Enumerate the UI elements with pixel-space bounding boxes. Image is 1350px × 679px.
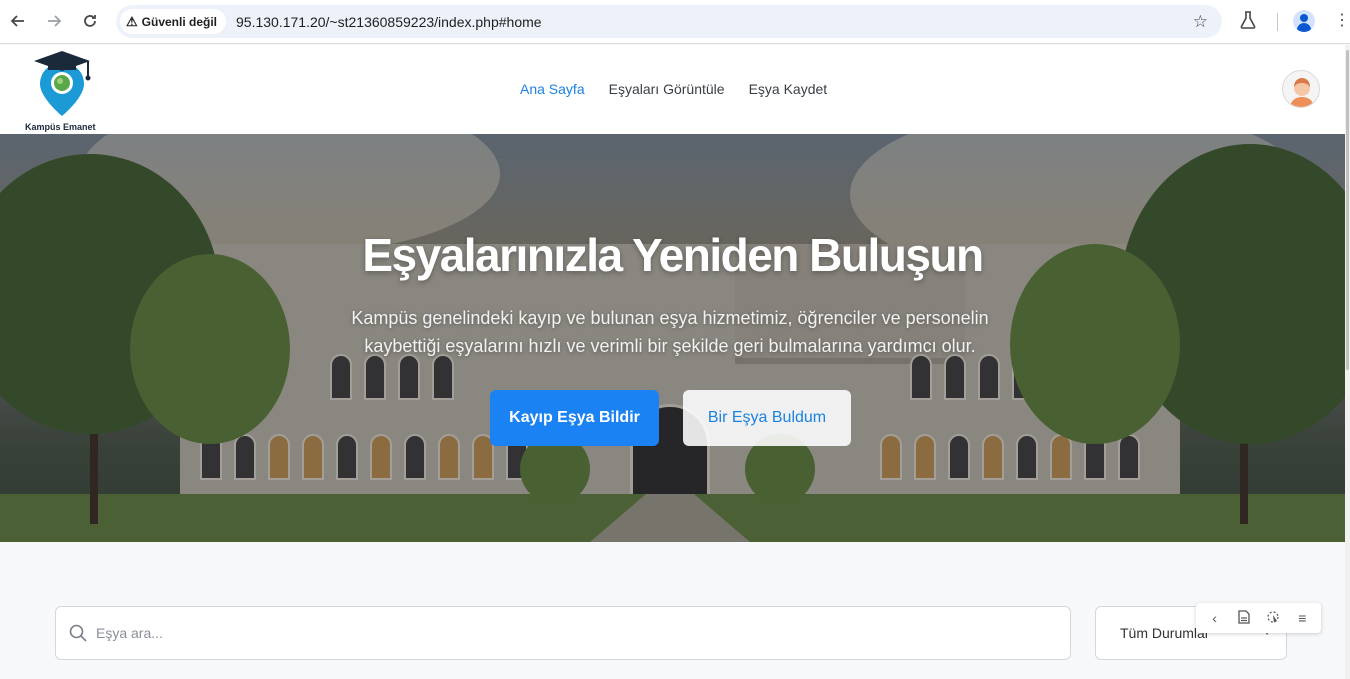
user-avatar-icon bbox=[1283, 71, 1319, 107]
forward-arrow-icon[interactable] bbox=[44, 11, 64, 31]
kebab-menu-icon[interactable]: ⋮ bbox=[1334, 11, 1350, 31]
graduation-pin-icon bbox=[34, 51, 91, 116]
found-item-button[interactable]: Bir Eşya Buldum bbox=[683, 390, 851, 446]
pointer-select-icon[interactable] bbox=[1263, 610, 1283, 627]
hero-title: Eşyalarınızla Yeniden Buluşun bbox=[362, 229, 984, 281]
search-icon bbox=[68, 623, 88, 643]
labs-flask-icon[interactable] bbox=[1240, 11, 1256, 33]
site-header: Kampüs Emanet Ana Sayfa Eşyaları Görüntü… bbox=[0, 45, 1350, 134]
hero-subtitle: Kampüs genelindeki kayıp ve bulunan eşya… bbox=[351, 308, 989, 356]
star-icon[interactable]: ☆ bbox=[1193, 12, 1208, 32]
nav-item-register-item[interactable]: Eşya Kaydet bbox=[749, 81, 828, 97]
address-bar[interactable]: ⚠ Güvenli değil 95.130.171.20/~st2136085… bbox=[116, 5, 1222, 38]
security-label: Güvenli değil bbox=[141, 14, 218, 29]
logo[interactable]: Kampüs Emanet bbox=[22, 49, 102, 132]
browser-toolbar: ⚠ Güvenli değil 95.130.171.20/~st2136085… bbox=[0, 0, 1350, 44]
reload-icon[interactable] bbox=[80, 11, 100, 31]
report-lost-item-button[interactable]: Kayıp Eşya Bildir bbox=[490, 390, 659, 446]
nav-item-view-items[interactable]: Eşyaları Görüntüle bbox=[609, 81, 725, 97]
search-box[interactable] bbox=[55, 606, 1071, 660]
security-chip[interactable]: ⚠ Güvenli değil bbox=[120, 9, 227, 34]
url-text[interactable]: 95.130.171.20/~st21360859223/index.php#h… bbox=[236, 14, 542, 30]
logo-text: Kampüs Emanet bbox=[25, 122, 96, 132]
back-arrow-icon[interactable] bbox=[8, 11, 28, 31]
chevron-left-icon[interactable]: ‹ bbox=[1205, 610, 1225, 626]
document-icon[interactable] bbox=[1234, 609, 1254, 627]
main-nav: Ana Sayfa Eşyaları Görüntüle Eşya Kaydet bbox=[520, 81, 827, 97]
floating-toolbar: ‹ ≡ bbox=[1196, 603, 1321, 633]
toolbar-divider bbox=[1277, 13, 1278, 31]
search-input[interactable] bbox=[96, 625, 996, 641]
avatar[interactable] bbox=[1282, 70, 1320, 108]
profile-icon[interactable] bbox=[1293, 10, 1315, 32]
warning-icon: ⚠ bbox=[126, 13, 138, 29]
scrollbar-thumb[interactable] bbox=[1346, 50, 1349, 370]
nav-item-home[interactable]: Ana Sayfa bbox=[520, 81, 585, 97]
hero-section: Eşyalarınızla Yeniden Buluşun Kampüs gen… bbox=[0, 134, 1345, 542]
hamburger-menu-icon[interactable]: ≡ bbox=[1292, 610, 1312, 626]
